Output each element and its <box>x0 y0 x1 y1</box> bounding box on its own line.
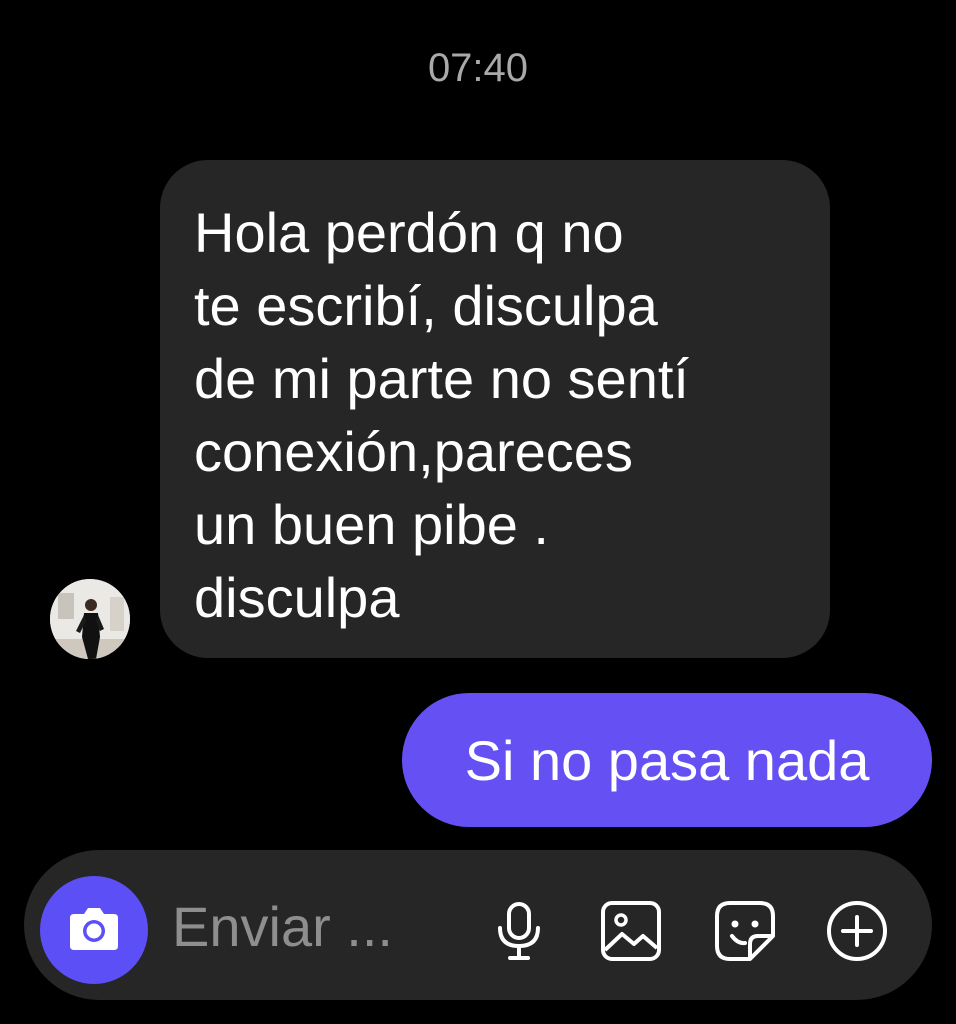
sticker-icon <box>715 901 775 961</box>
plus-icon <box>827 901 887 961</box>
incoming-message-bubble[interactable]: Hola perdón q no te escribí, disculpa de… <box>160 160 830 658</box>
sticker-button[interactable] <box>712 898 778 964</box>
incoming-message-line: Hola perdón q no <box>194 201 624 264</box>
incoming-message-line: te escribí, disculpa <box>194 274 658 337</box>
incoming-message-line: disculpa <box>194 566 400 629</box>
avatar-photo-icon <box>50 579 130 659</box>
camera-button[interactable] <box>40 876 148 984</box>
outgoing-message-bubble[interactable]: Si no pasa nada <box>402 693 932 827</box>
chat-screen: 07:40 Hola perdón q no te escribí, discu… <box>0 0 956 1024</box>
gallery-button[interactable] <box>598 898 664 964</box>
gallery-icon <box>601 901 661 961</box>
message-input[interactable] <box>172 896 462 956</box>
message-timestamp: 07:40 <box>427 46 529 90</box>
avatar[interactable] <box>50 579 130 659</box>
incoming-message-line: un buen pibe . <box>194 493 549 556</box>
incoming-message-line: conexión,pareces <box>194 420 633 483</box>
microphone-button[interactable] <box>486 898 552 964</box>
incoming-message-line: de mi parte no sentí <box>194 347 689 410</box>
more-options-button[interactable] <box>824 898 890 964</box>
microphone-icon <box>498 902 540 960</box>
message-composer <box>24 850 932 1000</box>
camera-icon <box>70 908 118 950</box>
